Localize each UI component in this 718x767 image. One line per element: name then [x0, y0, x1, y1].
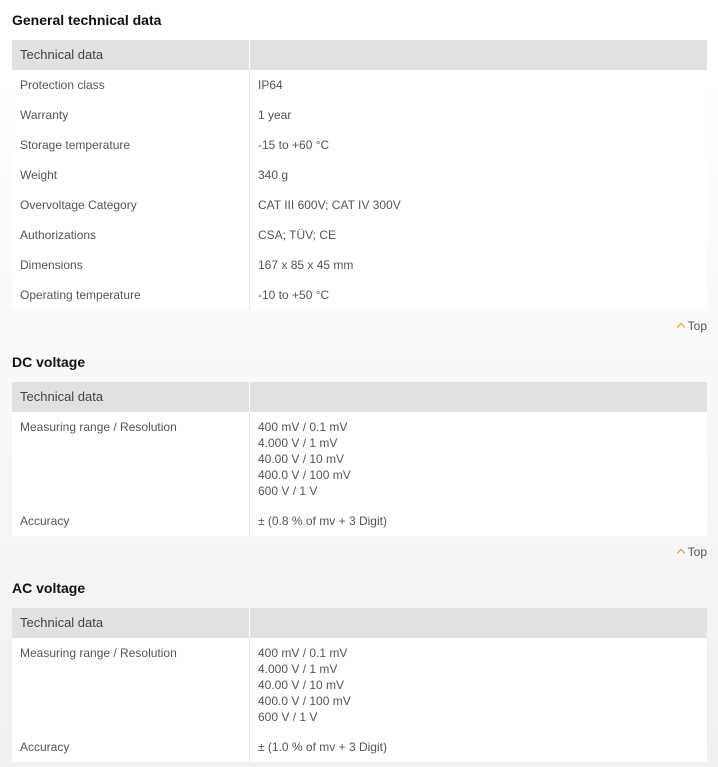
row-value: 1 year [258, 108, 292, 122]
section-dc-voltage: DC voltage Technical data Measuring rang… [12, 354, 707, 536]
row-value-line: 400.0 V / 100 mV [258, 694, 351, 708]
row-value-line: 400.0 V / 100 mV [258, 468, 351, 482]
row-value-line: 4.000 V / 1 mV [258, 436, 338, 450]
row-value-line: 600 V / 1 V [258, 710, 318, 724]
table-row: Operating temperature -10 to +50 °C [12, 280, 707, 310]
row-label: Accuracy [12, 506, 250, 536]
row-value: IP64 [258, 78, 283, 92]
row-label: Authorizations [12, 220, 250, 250]
row-value-line: 40.00 V / 10 mV [258, 678, 345, 692]
row-label: Storage temperature [12, 130, 250, 160]
row-label: Protection class [12, 70, 250, 100]
table-row: Authorizations CSA; TÜV; CE [12, 220, 707, 250]
table-header-value [250, 40, 707, 70]
table-row: Warranty 1 year [12, 100, 707, 130]
row-label: Dimensions [12, 250, 250, 280]
top-link-label: Top [687, 545, 707, 559]
section-title: General technical data [12, 12, 162, 28]
table-header-row: Technical data [12, 40, 707, 70]
section-title: DC voltage [12, 354, 86, 370]
row-value-line: 400 mV / 0.1 mV [258, 646, 348, 660]
table-header-label: Technical data [12, 608, 250, 638]
table-header-value [250, 382, 707, 412]
section-title: AC voltage [12, 580, 86, 596]
row-value-line: 400 mV / 0.1 mV [258, 420, 348, 434]
table-header-label: Technical data [12, 40, 250, 70]
table-header-row: Technical data [12, 382, 707, 412]
row-value: ± (0.8 % of mv + 3 Digit) [258, 514, 387, 528]
spec-table: Technical data Measuring range / Resolut… [12, 382, 707, 536]
row-value: 167 x 85 x 45 mm [258, 258, 354, 272]
table-row: Weight 340 g [12, 160, 707, 190]
row-value: CAT III 600V; CAT IV 300V [258, 198, 401, 212]
row-value: -15 to +60 °C [258, 138, 330, 152]
section-general: General technical data Technical data Pr… [12, 12, 707, 310]
row-value: 400 mV / 0.1 mV 4.000 V / 1 mV 40.00 V /… [250, 412, 707, 506]
row-value: 340 g [258, 168, 289, 182]
spec-table: Technical data Measuring range / Resolut… [12, 608, 707, 762]
row-value: CSA; TÜV; CE [258, 228, 337, 242]
spec-table: Technical data Protection class IP64 War… [12, 40, 707, 310]
row-label: Overvoltage Category [12, 190, 250, 220]
back-to-top-link[interactable]: Top [676, 545, 707, 559]
row-value-line: 40.00 V / 10 mV [258, 452, 345, 466]
row-label: Warranty [12, 100, 250, 130]
row-value-line: 4.000 V / 1 mV [258, 662, 338, 676]
row-label: Accuracy [12, 732, 250, 762]
table-header-row: Technical data [12, 608, 707, 638]
row-value-line: 600 V / 1 V [258, 484, 318, 498]
row-label: Operating temperature [12, 280, 250, 310]
table-header-value [250, 608, 707, 638]
row-label: Weight [12, 160, 250, 190]
top-link-label: Top [687, 319, 707, 333]
chevron-up-icon [676, 322, 685, 332]
table-row: Accuracy ± (1.0 % of mv + 3 Digit) [12, 732, 707, 762]
row-label: Measuring range / Resolution [12, 638, 250, 732]
row-label: Measuring range / Resolution [12, 412, 250, 506]
row-value: ± (1.0 % of mv + 3 Digit) [258, 740, 387, 754]
table-row: Accuracy ± (0.8 % of mv + 3 Digit) [12, 506, 707, 536]
table-row: Measuring range / Resolution 400 mV / 0.… [12, 412, 707, 506]
row-value: 400 mV / 0.1 mV 4.000 V / 1 mV 40.00 V /… [250, 638, 707, 732]
table-row: Overvoltage Category CAT III 600V; CAT I… [12, 190, 707, 220]
table-row: Storage temperature -15 to +60 °C [12, 130, 707, 160]
table-row: Dimensions 167 x 85 x 45 mm [12, 250, 707, 280]
back-to-top-link[interactable]: Top [676, 319, 707, 333]
section-ac-voltage: AC voltage Technical data Measuring rang… [12, 580, 707, 762]
table-row: Protection class IP64 [12, 70, 707, 100]
row-value: -10 to +50 °C [258, 288, 330, 302]
chevron-up-icon [676, 548, 685, 558]
table-header-label: Technical data [12, 382, 250, 412]
table-row: Measuring range / Resolution 400 mV / 0.… [12, 638, 707, 732]
